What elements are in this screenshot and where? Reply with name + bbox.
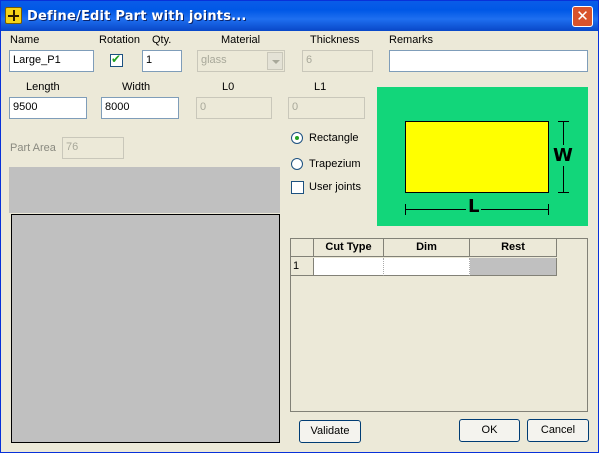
column-header-cut-type[interactable]: Cut Type: [314, 239, 384, 257]
width-dimension-tick: [558, 192, 569, 193]
part-rectangle: [405, 121, 549, 193]
thickness-label: Thickness: [310, 34, 360, 46]
dropdown-arrow-icon[interactable]: [267, 52, 283, 70]
joints-grid[interactable]: Cut Type Dim Rest 1: [290, 238, 588, 412]
material-value: glass: [201, 54, 227, 66]
name-input[interactable]: Large_P1: [9, 50, 94, 72]
trapezium-radio[interactable]: [291, 158, 303, 170]
rotation-checkbox[interactable]: [110, 52, 123, 67]
window-title: Define/Edit Part with joints...: [27, 9, 247, 24]
part-area-value: 76: [62, 137, 124, 159]
close-button[interactable]: ✕: [572, 6, 593, 27]
column-header-dim[interactable]: Dim: [384, 239, 470, 257]
part-area-label: Part Area: [10, 142, 56, 154]
app-plus-icon: [5, 7, 22, 24]
l0-input[interactable]: 0: [196, 97, 272, 119]
validate-button[interactable]: Validate: [299, 420, 361, 443]
material-select[interactable]: glass: [197, 50, 285, 72]
l1-input[interactable]: 0: [288, 97, 365, 119]
cancel-button[interactable]: Cancel: [527, 419, 589, 442]
l0-label: L0: [222, 81, 235, 93]
l1-label: L1: [314, 81, 327, 93]
user-joints-checkbox[interactable]: [291, 181, 304, 194]
thickness-input[interactable]: 6: [302, 50, 373, 72]
qty-label: Qty.: [152, 34, 172, 46]
qty-input[interactable]: 1: [142, 50, 182, 72]
row-number: 1: [291, 258, 314, 276]
shape-diagram: W L: [377, 87, 588, 226]
remarks-label: Remarks: [389, 34, 434, 46]
material-label: Material: [221, 34, 261, 46]
length-dimension-tick: [405, 204, 406, 215]
remarks-input[interactable]: [389, 50, 588, 72]
width-dimension-tick: [558, 121, 569, 122]
rest-cell: [470, 258, 557, 276]
column-header-rest[interactable]: Rest: [470, 239, 557, 257]
name-label: Name: [10, 34, 40, 46]
width-label: Width: [122, 81, 151, 93]
cut-type-cell[interactable]: [314, 258, 384, 276]
ok-button[interactable]: OK: [459, 419, 520, 442]
length-letter: L: [466, 196, 482, 217]
length-dimension-tick: [548, 204, 549, 215]
preview-header-area: [9, 167, 280, 213]
width-letter: W: [551, 145, 575, 166]
user-joints-label[interactable]: User joints: [309, 181, 361, 193]
rotation-label: Rotation: [99, 34, 140, 46]
trapezium-label[interactable]: Trapezium: [309, 158, 361, 170]
dim-cell[interactable]: [384, 258, 470, 276]
title-bar[interactable]: Define/Edit Part with joints... ✕: [1, 1, 598, 31]
preview-canvas[interactable]: [11, 214, 280, 443]
dialog-window: Define/Edit Part with joints... ✕ Name R…: [0, 0, 599, 453]
width-input[interactable]: 8000: [101, 97, 179, 119]
length-label: Length: [26, 81, 60, 93]
grid-corner-cell: [291, 239, 314, 257]
length-input[interactable]: 9500: [9, 97, 87, 119]
rectangle-label[interactable]: Rectangle: [309, 132, 359, 144]
rectangle-radio[interactable]: [291, 132, 303, 144]
